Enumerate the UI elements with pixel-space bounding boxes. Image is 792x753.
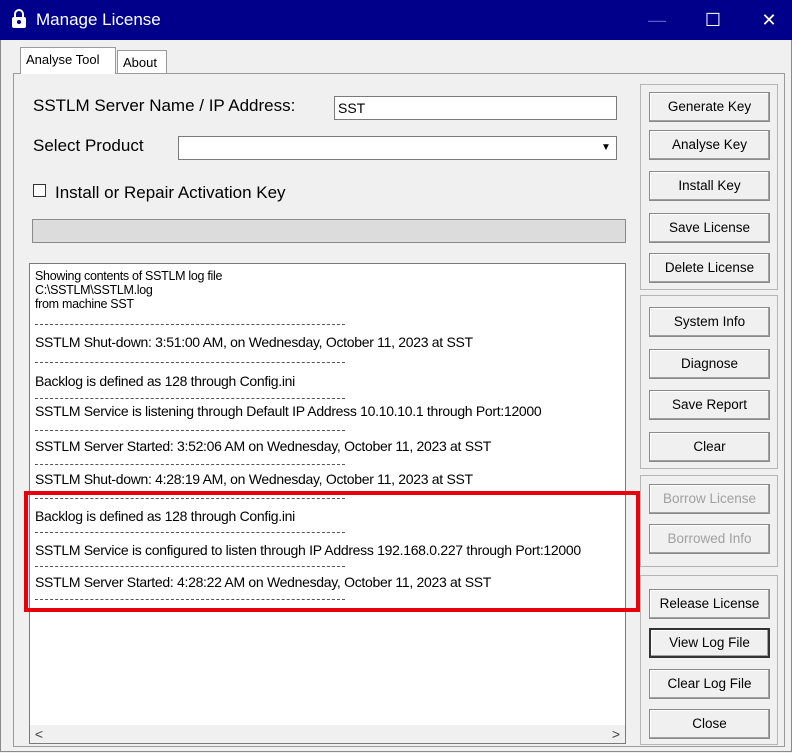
save-report-button[interactable]: Save Report (649, 390, 770, 420)
scroll-right-icon[interactable]: > (607, 725, 625, 743)
release-license-button[interactable]: Release License (649, 589, 770, 619)
server-name-label: SSTLM Server Name / IP Address: (33, 96, 296, 115)
select-product-label: Select Product (33, 136, 144, 155)
close-window-button[interactable]: ✕ (746, 0, 792, 40)
clear-log-file-button[interactable]: Clear Log File (649, 669, 770, 699)
analyse-key-button[interactable]: Analyse Key (649, 130, 770, 160)
progress-bar (32, 219, 626, 243)
view-log-file-button[interactable]: View Log File (649, 628, 770, 658)
highlight-box (24, 491, 640, 612)
system-info-button[interactable]: System Info (649, 307, 770, 337)
server-name-input[interactable]: SST (334, 96, 617, 120)
log-header-line: C:\SSTLM\SSTLM.log (35, 283, 153, 297)
maximize-button[interactable]: ☐ (690, 0, 736, 40)
log-separator (35, 362, 345, 363)
close-button[interactable]: Close (649, 709, 770, 739)
scroll-left-icon[interactable]: < (30, 725, 48, 743)
select-product-dropdown[interactable]: ▼ (178, 136, 617, 160)
log-header-line: from machine SST (35, 297, 134, 311)
delete-license-button[interactable]: Delete License (649, 253, 770, 283)
log-entry: SSTLM Service is listening through Defau… (35, 403, 542, 419)
log-entry: SSTLM Shut-down: 4:28:19 AM, on Wednesda… (35, 471, 473, 487)
window-title: Manage License (36, 10, 161, 29)
minimize-button[interactable]: — (634, 0, 680, 40)
save-license-button[interactable]: Save License (649, 213, 770, 243)
log-header-line: Showing contents of SSTLM log file (35, 269, 223, 283)
clear-button[interactable]: Clear (649, 432, 770, 462)
log-separator (35, 398, 345, 399)
diagnose-button[interactable]: Diagnose (649, 349, 770, 379)
padlock-icon (8, 9, 30, 31)
minimize-icon: — (648, 10, 666, 30)
log-separator (35, 430, 345, 431)
close-icon: ✕ (761, 10, 777, 30)
chevron-down-icon[interactable]: ▼ (597, 138, 615, 158)
log-entry: SSTLM Server Started: 3:52:06 AM on Wedn… (35, 438, 492, 454)
maximize-icon: ☐ (704, 10, 722, 30)
log-separator (35, 324, 345, 325)
horizontal-scrollbar[interactable]: < > (30, 725, 625, 743)
log-entry: Backlog is defined as 128 through Config… (35, 373, 295, 389)
generate-key-button[interactable]: Generate Key (649, 92, 770, 122)
log-entry: SSTLM Shut-down: 3:51:00 AM, on Wednesda… (35, 334, 473, 350)
install-repair-checkbox[interactable] (33, 184, 46, 197)
tab-analyse-tool[interactable]: Analyse Tool (20, 47, 116, 74)
title-bar[interactable]: Manage License — ☐ ✕ (0, 0, 792, 40)
tab-about[interactable]: About (117, 50, 167, 74)
borrowed-info-button[interactable]: Borrowed Info (649, 524, 770, 554)
install-key-button[interactable]: Install Key (649, 171, 770, 201)
borrow-license-button[interactable]: Borrow License (649, 484, 770, 514)
install-repair-label[interactable]: Install or Repair Activation Key (55, 183, 286, 203)
log-separator (35, 464, 345, 465)
